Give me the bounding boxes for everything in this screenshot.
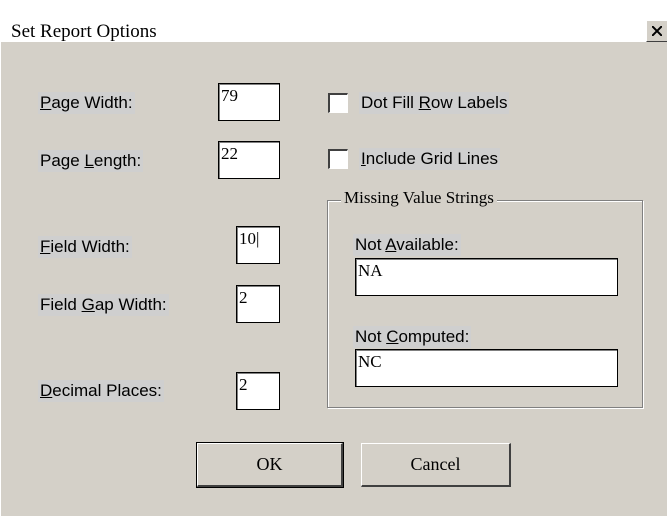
not-computed-label: Not Computed:	[353, 326, 472, 348]
decimal-places-label: Decimal Places:	[38, 380, 164, 402]
not-available-input[interactable]: NA	[355, 258, 618, 296]
field-gap-width-label: Field Gap Width:	[38, 294, 169, 316]
grid-lines-checkbox[interactable]	[328, 149, 348, 169]
field-width-label: Field Width:	[38, 236, 132, 258]
page-width-input[interactable]: 79	[218, 83, 280, 121]
title-bar: Set Report Options	[1, 0, 667, 42]
not-available-label: Not Available:	[353, 234, 461, 256]
ok-button[interactable]: OK	[196, 442, 344, 488]
field-gap-width-input[interactable]: 2	[236, 285, 280, 323]
missing-value-strings-title: Missing Value Strings	[341, 187, 497, 209]
cancel-button[interactable]: Cancel	[361, 443, 511, 487]
not-computed-input[interactable]: NC	[355, 349, 618, 387]
close-icon	[652, 26, 662, 36]
page-length-label: Page Length:	[38, 150, 144, 172]
dot-fill-checkbox[interactable]	[328, 93, 348, 113]
close-button[interactable]	[646, 20, 667, 42]
window-title: Set Report Options	[11, 21, 157, 42]
page-length-input[interactable]: 22	[218, 141, 280, 179]
dialog-window: Set Report Options Page Width: 79 Page L…	[0, 0, 667, 516]
grid-lines-label[interactable]: Include Grid Lines	[359, 148, 501, 170]
decimal-places-input[interactable]: 2	[236, 372, 280, 410]
dot-fill-label[interactable]: Dot Fill Row Labels	[359, 92, 510, 114]
page-width-label: Page Width:	[38, 92, 135, 114]
field-width-input[interactable]: 10|	[236, 226, 280, 264]
